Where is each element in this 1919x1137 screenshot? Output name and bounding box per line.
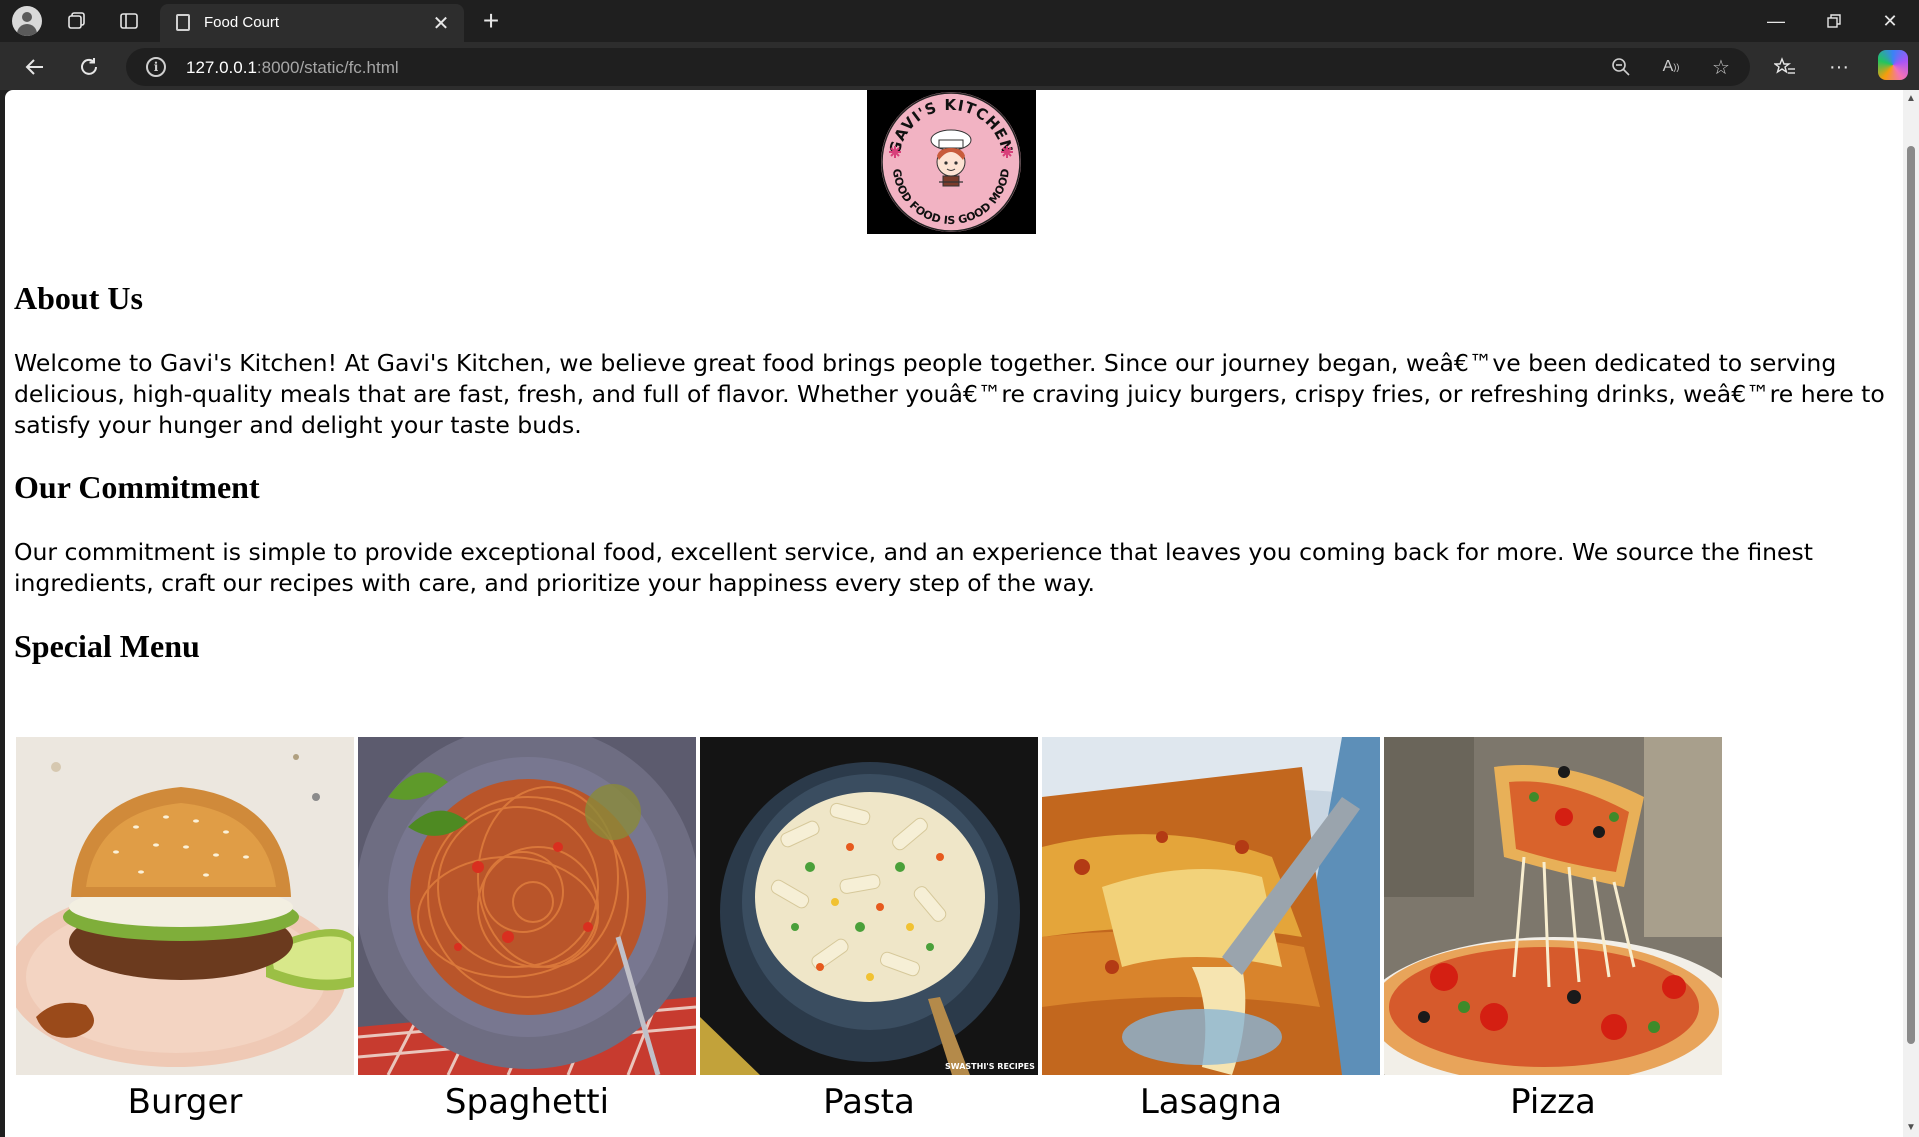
- about-us-text: Welcome to Gavi's Kitchen! At Gavi's Kit…: [14, 349, 1885, 439]
- menu-item-name: Pasta: [823, 1082, 915, 1122]
- minimize-icon[interactable]: —: [1748, 4, 1804, 38]
- about-us-heading: About Us: [14, 280, 143, 316]
- tab-food-court[interactable]: Food Court ✕: [160, 4, 464, 42]
- page-scrollbar[interactable]: ▲ ▼: [1903, 90, 1919, 1137]
- profile-avatar-icon[interactable]: [12, 6, 42, 36]
- our-commitment-heading: Our Commitment: [14, 469, 260, 505]
- menu-item-name: Burger: [127, 1082, 243, 1122]
- back-arrow-icon[interactable]: [18, 50, 52, 84]
- special-menu-grid: Burger Spaghetti SWASTHI'S RECIPES Pasta…: [16, 737, 1736, 1137]
- menu-item-name: Lasagna: [1139, 1082, 1283, 1122]
- vertical-tabs-icon[interactable]: [114, 6, 144, 36]
- our-commitment-text: Our commitment is simple to provide exce…: [14, 538, 1813, 597]
- spaghetti-image[interactable]: [358, 737, 696, 1075]
- favorites-list-icon[interactable]: [1768, 50, 1802, 84]
- more-menu-icon[interactable]: ···: [1822, 50, 1856, 84]
- restore-icon[interactable]: [1806, 4, 1862, 38]
- menu-item-pasta[interactable]: SWASTHI'S RECIPES Pasta: [700, 737, 1038, 1122]
- zoom-out-icon[interactable]: [1606, 52, 1636, 82]
- pizza-image[interactable]: [1384, 737, 1722, 1075]
- page-favicon-icon: [176, 14, 190, 31]
- special-menu-heading: Special Menu: [14, 628, 200, 664]
- url-text[interactable]: 127.0.0.1:8000/static/fc.html: [186, 58, 399, 78]
- lasagna-image[interactable]: [1042, 737, 1380, 1075]
- tab-title: Food Court: [204, 14, 280, 31]
- scroll-down-arrow-icon[interactable]: ▼: [1906, 1123, 1916, 1133]
- page-viewport: GAVI'S KITCHEN GOOD FOOD IS GOOD MOOD Ab…: [5, 90, 1919, 1137]
- new-tab-icon[interactable]: +: [476, 5, 506, 36]
- favorite-star-icon[interactable]: ☆: [1706, 52, 1736, 82]
- copilot-icon[interactable]: [1878, 50, 1908, 80]
- menu-item-pizza[interactable]: Pizza: [1384, 737, 1722, 1122]
- site-info-icon[interactable]: i: [146, 57, 166, 77]
- pasta-image[interactable]: SWASTHI'S RECIPES: [700, 737, 1038, 1075]
- scrollbar-thumb[interactable]: [1907, 146, 1915, 1044]
- read-aloud-icon[interactable]: A)): [1656, 52, 1686, 82]
- scroll-up-arrow-icon[interactable]: ▲: [1906, 94, 1916, 104]
- menu-item-lasagna[interactable]: Lasagna: [1042, 737, 1380, 1122]
- gavis-kitchen-logo: GAVI'S KITCHEN GOOD FOOD IS GOOD MOOD: [867, 90, 1036, 234]
- tab-strip: Food Court ✕ + — ✕: [0, 0, 1919, 42]
- burger-image[interactable]: [16, 737, 354, 1075]
- workspaces-icon[interactable]: [62, 6, 92, 36]
- menu-item-burger[interactable]: Burger: [16, 737, 354, 1122]
- address-bar[interactable]: i 127.0.0.1:8000/static/fc.html A)) ☆: [126, 48, 1750, 86]
- close-window-icon[interactable]: ✕: [1862, 4, 1918, 38]
- address-toolbar: i 127.0.0.1:8000/static/fc.html A)) ☆ ··…: [0, 42, 1919, 90]
- menu-item-name: Pizza: [1510, 1082, 1596, 1122]
- svg-text:SWASTHI'S RECIPES: SWASTHI'S RECIPES: [945, 1062, 1035, 1071]
- close-tab-icon[interactable]: ✕: [428, 10, 454, 36]
- refresh-icon[interactable]: [72, 50, 106, 84]
- menu-item-name: Spaghetti: [444, 1082, 610, 1122]
- menu-item-spaghetti[interactable]: Spaghetti: [358, 737, 696, 1122]
